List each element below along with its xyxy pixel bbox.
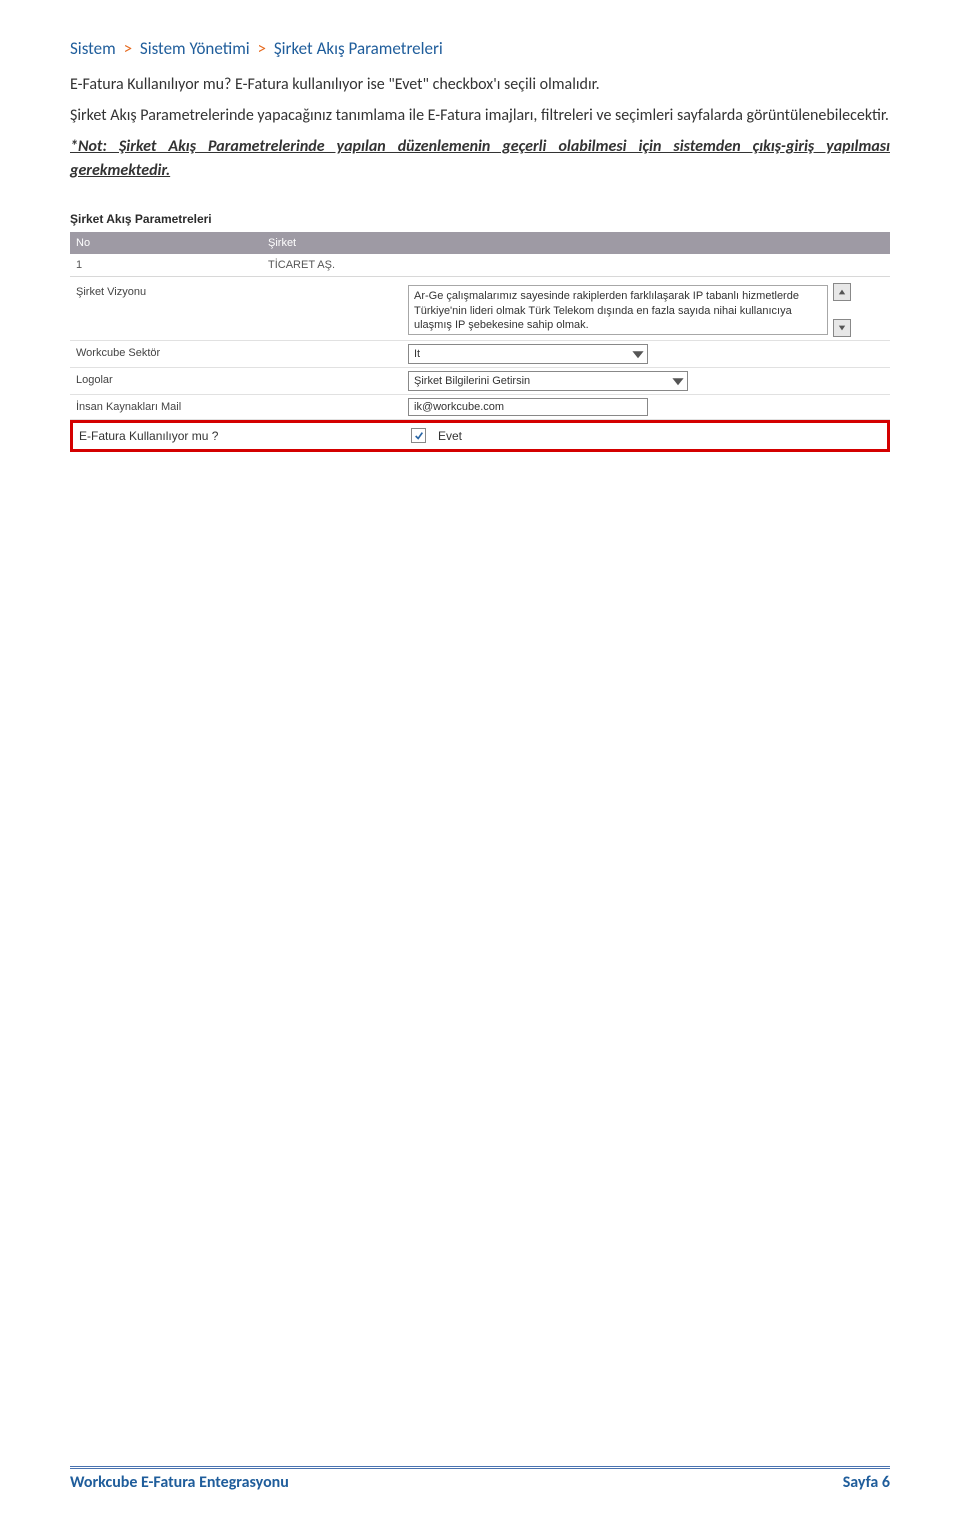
scroll-down-icon[interactable]	[833, 319, 851, 337]
note-paragraph: *Not: Şirket Akış Parametrelerinde yapıl…	[70, 135, 890, 181]
cell-no: 1	[70, 259, 262, 271]
select-logos[interactable]: Şirket Bilgilerini Getirsin	[408, 371, 688, 391]
breadcrumb-seg-3: Şirket Akış Parametreleri	[274, 38, 443, 59]
form-row-logos: Logolar Şirket Bilgilerini Getirsin	[70, 368, 890, 395]
textarea-scrollbar[interactable]	[833, 283, 851, 337]
checkbox-efatura-label: Evet	[438, 429, 462, 443]
checkbox-efatura[interactable]	[411, 428, 426, 443]
label-logos: Logolar	[70, 371, 408, 386]
breadcrumb-separator: >	[124, 38, 132, 59]
form-row-efatura-highlight: E-Fatura Kullanılıyor mu ? Evet	[70, 420, 890, 452]
label-hrmail: İnsan Kaynakları Mail	[70, 398, 408, 413]
breadcrumb: Sistem > Sistem Yönetimi > Şirket Akış P…	[70, 38, 890, 59]
form-row-sector: Workcube Sektör It	[70, 341, 890, 368]
chevron-down-icon	[631, 347, 645, 361]
cell-sirket: TİCARET AŞ.	[262, 259, 890, 271]
label-vision: Şirket Vizyonu	[70, 283, 408, 298]
screenshot-panel: Şirket Akış Parametreleri No Şirket 1 Tİ…	[70, 212, 890, 452]
paragraph-1: E-Fatura Kullanılıyor mu? E-Fatura kulla…	[70, 73, 890, 96]
label-sector: Workcube Sektör	[70, 344, 408, 359]
table-row[interactable]: 1 TİCARET AŞ.	[70, 254, 890, 277]
footer-divider	[70, 1466, 890, 1469]
paragraph-2: Şirket Akış Parametrelerinde yapacağınız…	[70, 104, 890, 127]
select-sector-value: It	[414, 348, 420, 360]
breadcrumb-seg-2: Sistem Yönetimi	[140, 38, 250, 59]
panel-title: Şirket Akış Parametreleri	[70, 212, 890, 226]
table-header: No Şirket	[70, 232, 890, 254]
input-hrmail[interactable]	[408, 398, 648, 416]
breadcrumb-separator: >	[258, 38, 266, 59]
column-header-sirket: Şirket	[262, 237, 890, 249]
page-footer: Workcube E-Fatura Entegrasyonu Sayfa 6	[70, 1466, 890, 1492]
select-sector[interactable]: It	[408, 344, 648, 364]
footer-page-number: Sayfa 6	[843, 1473, 890, 1492]
scroll-up-icon[interactable]	[833, 283, 851, 301]
textarea-vision[interactable]	[408, 285, 828, 335]
footer-title: Workcube E-Fatura Entegrasyonu	[70, 1473, 289, 1492]
label-efatura: E-Fatura Kullanılıyor mu ?	[73, 429, 411, 443]
form-row-vision: Şirket Vizyonu	[70, 280, 890, 341]
column-header-no: No	[70, 237, 262, 249]
select-logos-value: Şirket Bilgilerini Getirsin	[414, 375, 530, 387]
check-icon	[414, 431, 424, 441]
form-row-hrmail: İnsan Kaynakları Mail	[70, 395, 890, 420]
chevron-down-icon	[671, 374, 685, 388]
breadcrumb-seg-1: Sistem	[70, 38, 116, 59]
